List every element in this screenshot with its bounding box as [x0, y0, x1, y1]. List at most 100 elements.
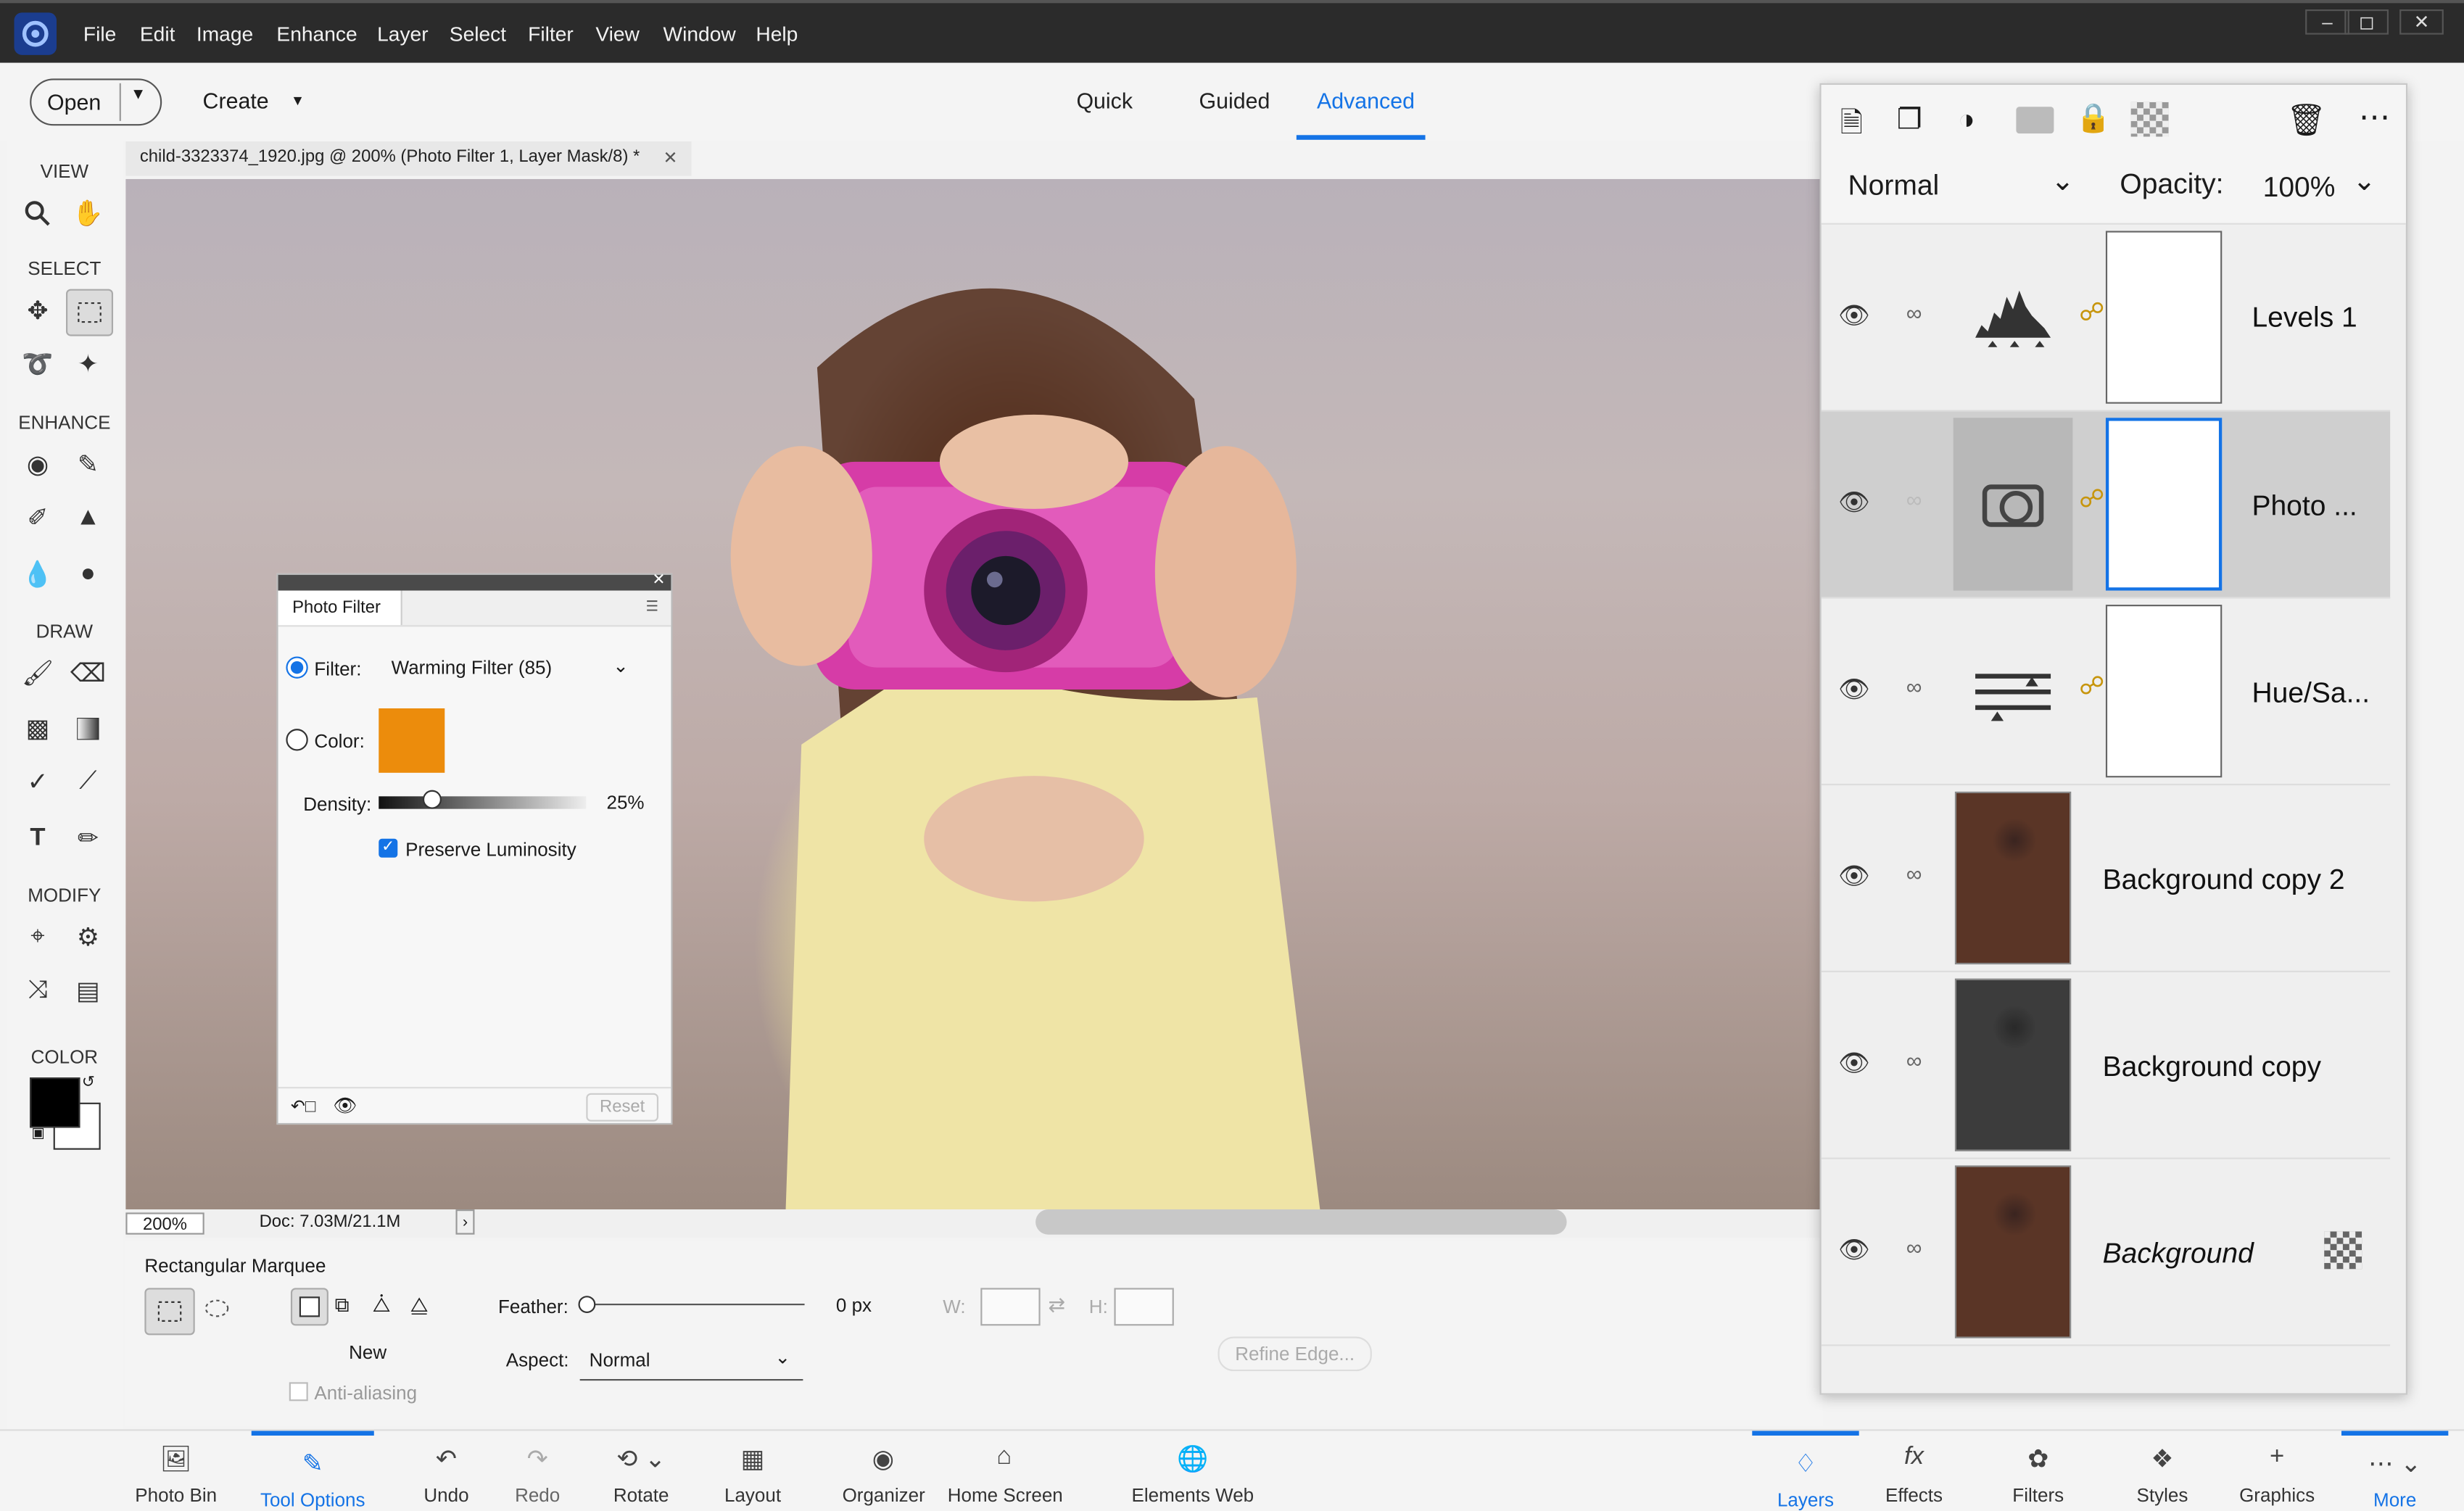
- eyedropper-tool-icon[interactable]: ✓: [16, 760, 60, 804]
- tab-guided[interactable]: Guided: [1199, 88, 1270, 113]
- eraser-tool-icon[interactable]: ⌫: [66, 652, 110, 696]
- layer-row-background-copy[interactable]: 👁 ∞ Background copy: [1821, 972, 2391, 1159]
- menu-layer[interactable]: Layer: [377, 22, 428, 45]
- add-selection-icon[interactable]: ⧉: [335, 1293, 350, 1318]
- aspect-select[interactable]: Normal ⌄: [579, 1338, 803, 1381]
- organizer-button[interactable]: ◉ Organizer: [843, 1431, 925, 1510]
- layer-mask-thumbnail[interactable]: [2105, 231, 2223, 404]
- layer-name[interactable]: Hue/Sa...: [2252, 677, 2370, 710]
- type-tool-icon[interactable]: T: [16, 816, 60, 861]
- lock-icon[interactable]: 🔒: [2076, 102, 2112, 135]
- gradient-tool-icon[interactable]: [66, 707, 110, 751]
- opacity-value[interactable]: 100%: [2263, 171, 2336, 204]
- link-icon[interactable]: ∞: [1903, 1048, 1925, 1073]
- close-panel-icon[interactable]: ✕: [652, 572, 665, 589]
- mask-link-icon[interactable]: ☍: [2079, 671, 2104, 702]
- chevron-down-icon[interactable]: ⌄: [613, 655, 629, 676]
- visibility-eye-icon[interactable]: 👁: [1837, 300, 1872, 331]
- menu-filter[interactable]: Filter: [528, 22, 574, 45]
- lasso-tool-icon[interactable]: ➰: [16, 342, 60, 386]
- intersect-selection-icon[interactable]: ⧋: [410, 1293, 429, 1318]
- opacity-chevron-down-icon[interactable]: ⌄: [2352, 165, 2376, 197]
- create-button[interactable]: Create: [203, 88, 269, 113]
- blend-mode-select[interactable]: Normal: [1848, 170, 1940, 202]
- menu-view[interactable]: View: [595, 22, 640, 45]
- clip-to-layer-icon[interactable]: ↶□: [291, 1096, 315, 1117]
- density-slider-track[interactable]: [379, 796, 587, 809]
- trash-icon[interactable]: 🗑: [2286, 101, 2326, 140]
- effects-button[interactable]: fx Effects: [1877, 1431, 1952, 1510]
- blur-tool-icon[interactable]: 💧: [16, 553, 60, 597]
- line-tool-icon[interactable]: ⟋: [66, 760, 110, 804]
- rect-marquee-option-icon[interactable]: [144, 1288, 195, 1336]
- sponge-tool-icon[interactable]: ●: [66, 553, 110, 597]
- menu-file[interactable]: File: [83, 22, 116, 45]
- elliptical-marquee-option-icon[interactable]: [204, 1297, 230, 1319]
- redo-button[interactable]: ↷ Redo: [503, 1431, 571, 1510]
- reset-button[interactable]: Reset: [586, 1093, 659, 1122]
- paint-bucket-tool-icon[interactable]: ▩: [16, 707, 60, 751]
- menu-enhance[interactable]: Enhance: [276, 22, 357, 45]
- menu-image[interactable]: Image: [197, 22, 253, 45]
- refine-edge-button[interactable]: Refine Edge...: [1217, 1336, 1372, 1372]
- height-input[interactable]: [1114, 1288, 1174, 1326]
- undo-button[interactable]: ↶ Undo: [412, 1431, 481, 1510]
- rectangular-marquee-tool-icon[interactable]: [66, 289, 114, 336]
- status-menu-icon[interactable]: ›: [455, 1209, 475, 1235]
- filter-select[interactable]: Warming Filter (85): [392, 657, 553, 679]
- new-group-icon[interactable]: ❐: [1897, 104, 1922, 136]
- layer-mask-icon[interactable]: [2016, 107, 2054, 134]
- layer-name[interactable]: Background copy: [2103, 1051, 2321, 1083]
- menu-edit[interactable]: Edit: [140, 22, 175, 45]
- open-button[interactable]: Open ▼: [30, 78, 162, 126]
- lock-transparency-icon[interactable]: [2130, 102, 2169, 137]
- menu-window[interactable]: Window: [663, 22, 736, 45]
- visibility-eye-icon[interactable]: 👁: [1837, 487, 1872, 518]
- swap-colors-icon[interactable]: ↺: [82, 1075, 95, 1092]
- layer-name[interactable]: Levels 1: [2252, 302, 2357, 334]
- smart-brush-tool-icon[interactable]: ✐: [16, 497, 60, 541]
- visibility-eye-icon[interactable]: 👁: [1837, 1235, 1872, 1266]
- feather-slider[interactable]: [584, 1304, 805, 1306]
- layer-name[interactable]: Background copy 2: [2103, 864, 2345, 896]
- create-dropdown-icon[interactable]: ▼: [291, 93, 305, 109]
- quick-selection-tool-icon[interactable]: ✦: [66, 342, 110, 386]
- layer-row-background-copy-2[interactable]: 👁 ∞ Background copy 2: [1821, 785, 2391, 972]
- zoom-tool-icon[interactable]: [16, 191, 60, 236]
- mask-link-icon[interactable]: ☍: [2079, 484, 2104, 515]
- subtract-selection-icon[interactable]: ⧊: [373, 1293, 391, 1318]
- layout-button[interactable]: ▦ Layout: [716, 1431, 789, 1510]
- tab-advanced[interactable]: Advanced: [1317, 88, 1415, 113]
- panel-titlebar[interactable]: ✕: [278, 572, 671, 591]
- anti-aliasing-checkbox[interactable]: [289, 1382, 308, 1402]
- content-aware-move-tool-icon[interactable]: ⤨: [16, 969, 60, 1014]
- layer-mask-thumbnail[interactable]: [2105, 605, 2223, 778]
- layer-thumbnail[interactable]: [1954, 1165, 2072, 1338]
- filter-color-swatch[interactable]: [379, 708, 445, 773]
- close-window-icon[interactable]: ✕: [2399, 9, 2444, 35]
- layer-name[interactable]: Photo ...: [2252, 490, 2357, 523]
- new-selection-icon[interactable]: [290, 1288, 328, 1326]
- layer-row-background[interactable]: 👁 ∞ Background: [1821, 1159, 2391, 1346]
- styles-button[interactable]: ❖ Styles: [2128, 1431, 2196, 1510]
- color-radio[interactable]: [286, 729, 308, 751]
- adjustment-layer-icon[interactable]: ◑: [1958, 104, 1975, 136]
- hand-tool-icon[interactable]: ✋: [66, 191, 110, 236]
- close-document-icon[interactable]: ✕: [663, 148, 678, 168]
- minimize-icon[interactable]: –: [2305, 9, 2349, 35]
- layer-mask-thumbnail[interactable]: [2105, 418, 2223, 591]
- recompose-tool-icon[interactable]: ⚙: [66, 916, 110, 960]
- pencil-tool-icon[interactable]: ✏: [66, 816, 110, 861]
- zoom-level[interactable]: 200%: [125, 1212, 204, 1235]
- tab-quick[interactable]: Quick: [1076, 88, 1133, 113]
- link-icon[interactable]: ∞: [1903, 487, 1925, 513]
- panel-menu-icon[interactable]: ☰: [646, 598, 659, 616]
- rotate-button[interactable]: ⟲ ⌄ Rotate: [603, 1431, 679, 1510]
- horizontal-scrollbar[interactable]: [1035, 1209, 1567, 1235]
- layer-row-hue-saturation[interactable]: 👁 ∞ ☍ Hue/Sa...: [1821, 598, 2391, 786]
- filter-radio[interactable]: [286, 656, 308, 679]
- visibility-eye-icon[interactable]: 👁: [1837, 861, 1872, 892]
- tool-options-button[interactable]: ✎ Tool Options: [251, 1431, 374, 1511]
- foreground-color-swatch[interactable]: [30, 1077, 80, 1128]
- link-icon[interactable]: ∞: [1903, 300, 1925, 326]
